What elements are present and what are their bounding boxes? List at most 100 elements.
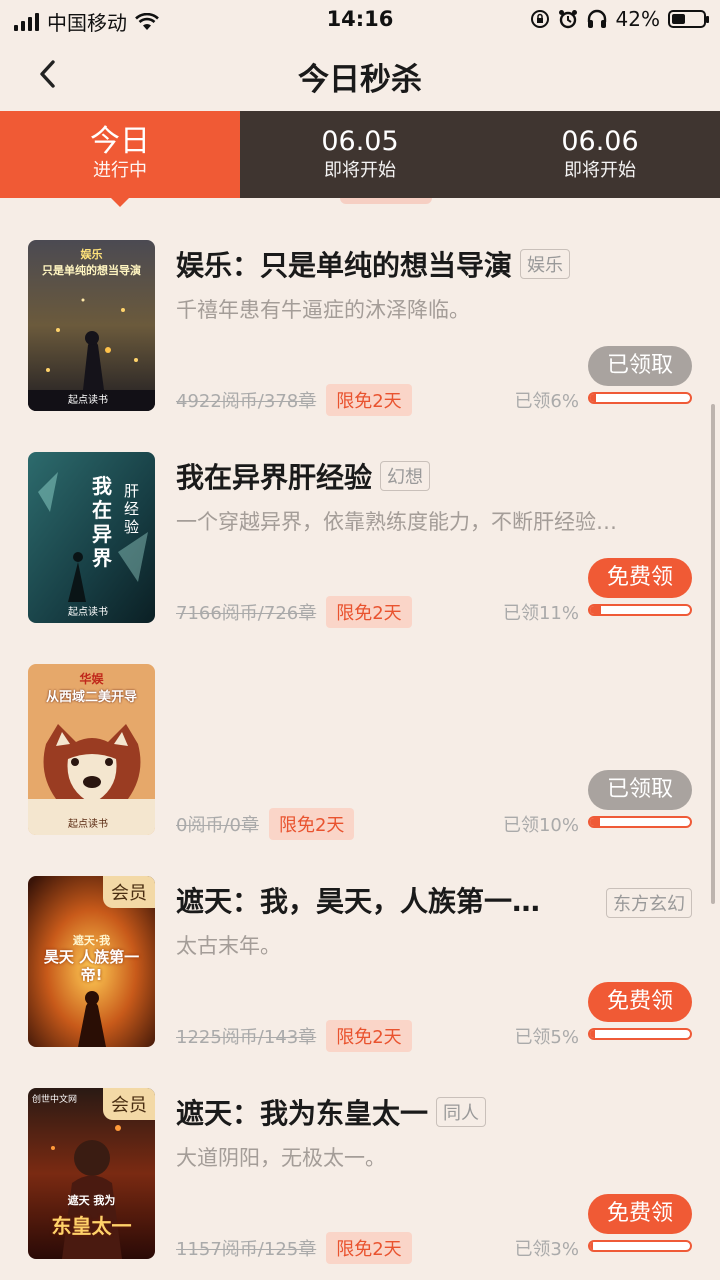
price-row: 7166阅币/726章 限免2天 (176, 596, 412, 628)
claim-button[interactable]: 已领取 (588, 346, 692, 386)
progress-fill (590, 394, 596, 402)
page-title: 今日秒杀 (298, 62, 422, 98)
cover-title: 从西域二美开导 (45, 690, 137, 705)
book-cover[interactable]: 会员 创世中文网 遮天 我为 东皇太一 (28, 1088, 155, 1259)
cover-subtitle: 肝经验 (124, 482, 140, 536)
list-item[interactable]: 我在异界 肝经验 起点读书 我在异界肝经验 幻想 一个穿越异界，依靠熟练度能力，… (0, 424, 720, 636)
tab-0606[interactable]: 06.06 即将开始 (480, 111, 720, 198)
claim-button[interactable]: 免费领 (588, 1194, 692, 1234)
progress-fill (590, 1242, 593, 1250)
tab-status: 即将开始 (324, 159, 396, 181)
price-row: 0阅币/0章 限免2天 (176, 808, 355, 840)
limited-free-badge: 限免2天 (268, 808, 355, 840)
cover-title: 昊天 人族第一帝! (43, 948, 140, 984)
cover-brand: 创世中文网 (32, 1095, 78, 1105)
date-tabs: 今日 进行中 06.05 即将开始 06.06 即将开始 (0, 111, 720, 207)
cover-brand: 起点读书 (68, 607, 108, 618)
genre-tag: 东方玄幻 (606, 888, 692, 918)
tab-label: 今日 (90, 123, 150, 159)
progress-fill (590, 1030, 595, 1038)
claim-button[interactable]: 已领取 (588, 770, 692, 810)
claimed-percent: 已领6% (514, 391, 579, 412)
vip-badge: 会员 (103, 1088, 155, 1120)
original-price: 0阅币/0章 (176, 815, 259, 836)
tab-status: 即将开始 (564, 159, 636, 181)
claimed-percent: 已领10% (502, 815, 579, 836)
original-price: 1225阅币/143章 (176, 1027, 317, 1048)
cover-subtitle: 遮天·我 (72, 934, 111, 947)
price-row: 1225阅币/143章 限免2天 (176, 1020, 412, 1052)
genre-tag: 娱乐 (520, 249, 571, 279)
claim-progress-bar (588, 816, 692, 828)
claim-button[interactable]: 免费领 (588, 558, 692, 598)
alarm-icon (558, 10, 577, 29)
battery-percent: 42% (615, 7, 660, 31)
list-item[interactable]: 会员 创世中文网 遮天 我为 东皇太一 遮天：我为东皇太一 同人 大道阴阳，无极… (0, 1060, 720, 1272)
limited-free-badge: 限免2天 (326, 384, 412, 416)
book-description: 千禧年患有牛逼症的沐泽降临。 (176, 298, 470, 322)
price-row: 4922阅币/378章 限免2天 (176, 384, 412, 416)
limited-free-badge: 限免2天 (326, 1232, 412, 1264)
rotation-lock-icon (530, 10, 549, 28)
scrolled-item-edge (340, 198, 432, 204)
scrollbar[interactable] (711, 404, 715, 904)
book-description: 大道阴阳，无极太一。 (176, 1146, 386, 1170)
limited-free-badge: 限免2天 (326, 596, 412, 628)
original-price: 1157阅币/125章 (176, 1239, 317, 1260)
tab-today[interactable]: 今日 进行中 (0, 111, 240, 207)
tab-status: 进行中 (93, 159, 147, 181)
book-title[interactable]: 娱乐：只是单纯的想当导演 (176, 244, 512, 284)
price-row: 1157阅币/125章 限免2天 (176, 1232, 412, 1264)
battery-level (672, 14, 685, 24)
claimed-percent: 已领11% (502, 603, 579, 624)
cover-subtitle: 遮天 我为 (67, 1194, 116, 1207)
tab-label: 06.05 (321, 125, 399, 157)
battery-icon (668, 10, 709, 28)
claimed-percent: 已领5% (514, 1027, 579, 1048)
cover-title: 东皇太一 (51, 1214, 132, 1238)
title-row: 遮天：我为东皇太一 同人 (176, 1092, 692, 1132)
progress-fill (590, 606, 601, 614)
book-title[interactable]: 遮天：我，昊天，人族第一… (176, 880, 540, 920)
book-title[interactable]: 遮天：我为东皇太一 (176, 1092, 428, 1132)
cover-subtitle: 华娱 (79, 672, 104, 686)
claim-progress-bar (588, 1240, 692, 1252)
cover-subtitle: 娱乐 (80, 248, 103, 261)
nav-bar: 今日秒杀 (0, 40, 720, 110)
headphones-icon (587, 9, 606, 28)
vip-badge: 会员 (103, 876, 155, 908)
book-cover[interactable]: 娱乐 只是单纯的想当导演 起点读书 (28, 240, 155, 411)
status-right: 42% (530, 7, 709, 31)
cover-brand: 起点读书 (68, 819, 108, 830)
book-list: 娱乐 只是单纯的想当导演 起点读书 娱乐：只是单纯的想当导演 娱乐 千禧年患有牛… (0, 212, 720, 1272)
genre-tag: 同人 (436, 1097, 487, 1127)
list-item[interactable]: 娱乐 只是单纯的想当导演 起点读书 娱乐：只是单纯的想当导演 娱乐 千禧年患有牛… (0, 212, 720, 424)
book-title[interactable]: 我在异界肝经验 (176, 456, 372, 496)
claim-progress-bar (588, 1028, 692, 1040)
book-cover[interactable]: 华娱 从西域二美开导 起点读书 (28, 664, 155, 835)
book-description: 太古末年。 (176, 934, 281, 958)
title-row: 我在异界肝经验 幻想 (176, 456, 692, 496)
limited-free-badge: 限免2天 (326, 1020, 412, 1052)
status-bar: 中国移动 14:16 42% (0, 0, 720, 40)
title-row: 遮天：我，昊天，人族第一… 东方玄幻 (176, 880, 692, 920)
original-price: 7166阅币/726章 (176, 603, 317, 624)
claim-button[interactable]: 免费领 (588, 982, 692, 1022)
progress-fill (590, 818, 600, 826)
claim-progress-bar (588, 392, 692, 404)
original-price: 4922阅币/378章 (176, 391, 317, 412)
cover-title: 我在异界 (92, 474, 112, 570)
list-item[interactable]: 会员 遮天·我 昊天 人族第一帝! 遮天：我，昊天，人族第一… 东方玄幻 太古末… (0, 848, 720, 1060)
book-cover[interactable]: 我在异界 肝经验 起点读书 (28, 452, 155, 623)
claim-progress-bar (588, 604, 692, 616)
cover-brand: 起点读书 (68, 395, 108, 406)
claimed-percent: 已领3% (514, 1239, 579, 1260)
tab-0605[interactable]: 06.05 即将开始 (240, 111, 480, 198)
genre-tag: 幻想 (380, 461, 431, 491)
list-item[interactable]: 华娱 从西域二美开导 起点读书 已领取 0阅币/0章 限免2天 已领10% (0, 636, 720, 848)
book-cover[interactable]: 会员 遮天·我 昊天 人族第一帝! (28, 876, 155, 1047)
title-row (176, 668, 692, 708)
book-description: 一个穿越异界，依靠熟练度能力，不断肝经验… (176, 510, 617, 534)
title-row: 娱乐：只是单纯的想当导演 娱乐 (176, 244, 692, 284)
tab-label: 06.06 (561, 125, 639, 157)
